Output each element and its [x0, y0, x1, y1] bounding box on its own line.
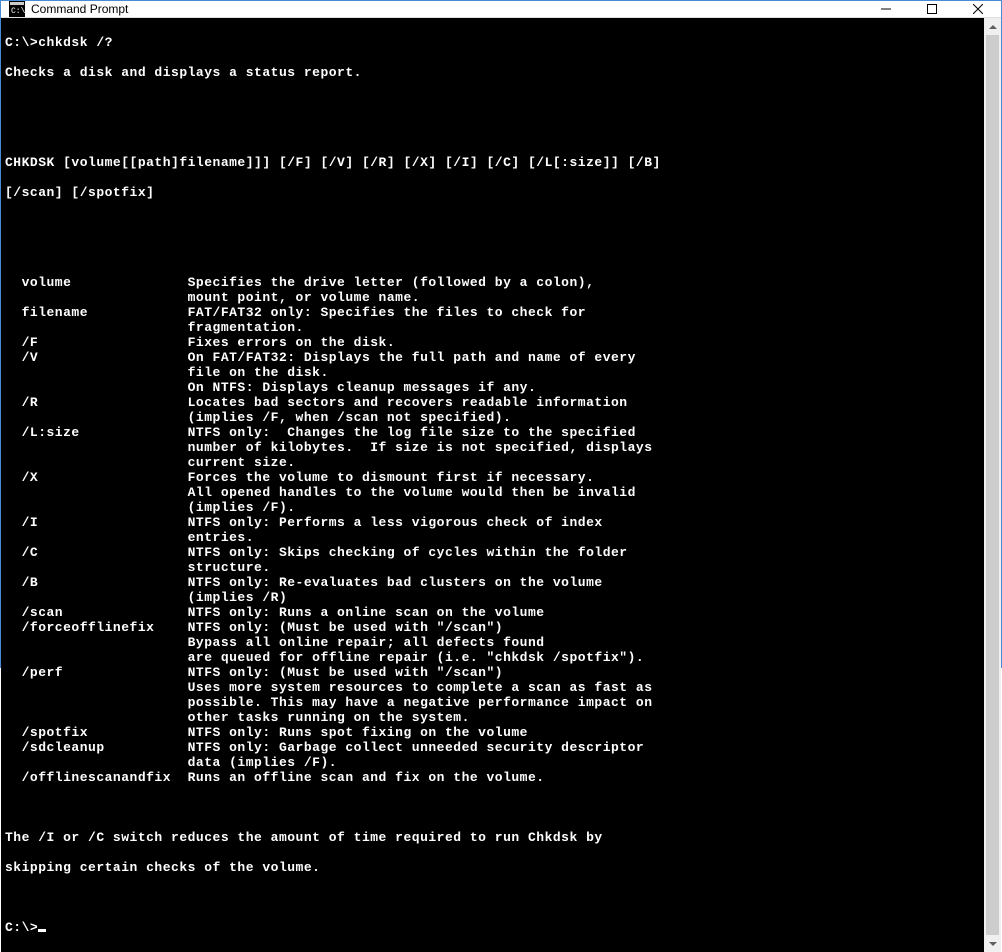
window-title: Command Prompt	[31, 2, 863, 16]
usage-line-1: CHKDSK [volume[[path]filename]]] [/F] [/…	[5, 155, 980, 170]
option-line: number of kilobytes. If size is not spec…	[5, 440, 980, 455]
options-list: volume Specifies the drive letter (follo…	[5, 275, 980, 785]
cmd-icon: C:\	[9, 1, 25, 17]
option-line: other tasks running on the system.	[5, 710, 980, 725]
option-line: /R Locates bad sectors and recovers read…	[5, 395, 980, 410]
option-line: filename FAT/FAT32 only: Specifies the f…	[5, 305, 980, 320]
minimize-button[interactable]	[863, 1, 909, 17]
scroll-track[interactable]	[984, 35, 1001, 935]
option-line: /V On FAT/FAT32: Displays the full path …	[5, 350, 980, 365]
option-line: All opened handles to the volume would t…	[5, 485, 980, 500]
terminal-container: C:\>chkdsk /? Checks a disk and displays…	[1, 18, 1001, 952]
usage-line-2: [/scan] [/spotfix]	[5, 185, 980, 200]
maximize-button[interactable]	[909, 1, 955, 17]
close-button[interactable]	[955, 1, 1001, 17]
option-line: /spotfix NTFS only: Runs spot fixing on …	[5, 725, 980, 740]
option-line: /offlinescanandfix Runs an offline scan …	[5, 770, 980, 785]
option-line: /X Forces the volume to dismount first i…	[5, 470, 980, 485]
option-line: Uses more system resources to complete a…	[5, 680, 980, 695]
option-line: /scan NTFS only: Runs a online scan on t…	[5, 605, 980, 620]
terminal-output[interactable]: C:\>chkdsk /? Checks a disk and displays…	[1, 18, 984, 952]
option-line: /I NTFS only: Performs a less vigorous c…	[5, 515, 980, 530]
scroll-up-button[interactable]	[984, 18, 1001, 35]
option-line: data (implies /F).	[5, 755, 980, 770]
option-line: Bypass all online repair; all defects fo…	[5, 635, 980, 650]
option-line: /perf NTFS only: (Must be used with "/sc…	[5, 665, 980, 680]
option-line: /B NTFS only: Re-evaluates bad clusters …	[5, 575, 980, 590]
option-line: (implies /R)	[5, 590, 980, 605]
footer-line-2: skipping certain checks of the volume.	[5, 860, 980, 875]
option-line: (implies /F, when /scan not specified).	[5, 410, 980, 425]
window-controls	[863, 1, 1001, 17]
option-line: (implies /F).	[5, 500, 980, 515]
scroll-down-button[interactable]	[984, 935, 1001, 952]
option-line: /forceofflinefix NTFS only: (Must be use…	[5, 620, 980, 635]
option-line: mount point, or volume name.	[5, 290, 980, 305]
svg-text:C:\: C:\	[11, 7, 25, 16]
footer-line-1: The /I or /C switch reduces the amount o…	[5, 830, 980, 845]
option-line: entries.	[5, 530, 980, 545]
command-prompt-window: C:\ Command Prompt C:\>chkdsk /? Checks …	[0, 0, 1002, 668]
option-line: /F Fixes errors on the disk.	[5, 335, 980, 350]
scroll-thumb[interactable]	[986, 35, 999, 935]
command-text: chkdsk /?	[38, 35, 113, 50]
option-line: /L:size NTFS only: Changes the log file …	[5, 425, 980, 440]
option-line: volume Specifies the drive letter (follo…	[5, 275, 980, 290]
option-line: /C NTFS only: Skips checking of cycles w…	[5, 545, 980, 560]
option-line: are queued for offline repair (i.e. "chk…	[5, 650, 980, 665]
option-line: possible. This may have a negative perfo…	[5, 695, 980, 710]
description-line: Checks a disk and displays a status repo…	[5, 65, 980, 80]
option-line: fragmentation.	[5, 320, 980, 335]
option-line: current size.	[5, 455, 980, 470]
option-line: On NTFS: Displays cleanup messages if an…	[5, 380, 980, 395]
titlebar[interactable]: C:\ Command Prompt	[1, 1, 1001, 18]
scrollbar[interactable]	[984, 18, 1001, 952]
option-line: file on the disk.	[5, 365, 980, 380]
prompt: C:\>	[5, 920, 38, 935]
option-line: /sdcleanup NTFS only: Garbage collect un…	[5, 740, 980, 755]
cursor	[38, 929, 46, 932]
prompt: C:\>	[5, 35, 38, 50]
option-line: structure.	[5, 560, 980, 575]
